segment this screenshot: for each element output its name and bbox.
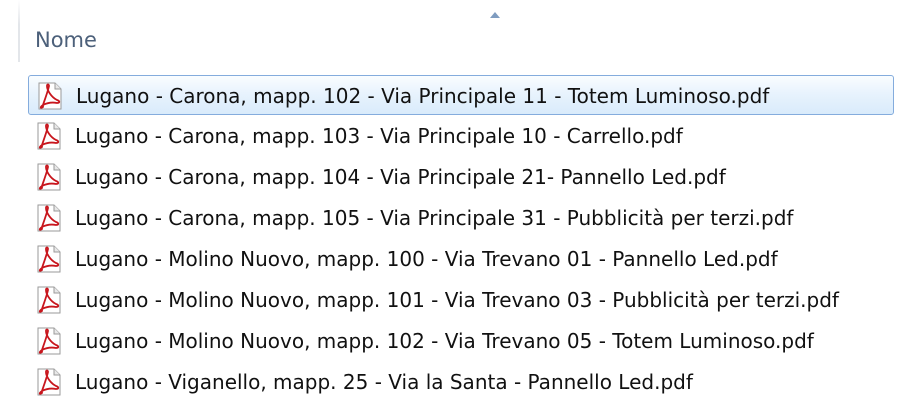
pdf-file-icon bbox=[37, 327, 61, 355]
file-explorer-pane: Nome Lugano - Carona, mapp. 102 - Via Pr… bbox=[0, 0, 906, 415]
file-name: Lugano - Molino Nuovo, mapp. 101 - Via T… bbox=[75, 288, 839, 312]
file-row[interactable]: Lugano - Molino Nuovo, mapp. 102 - Via T… bbox=[28, 321, 894, 361]
pdf-file-icon bbox=[37, 204, 61, 232]
file-row[interactable]: Lugano - Carona, mapp. 104 - Via Princip… bbox=[28, 157, 894, 197]
file-row[interactable]: Lugano - Carona, mapp. 105 - Via Princip… bbox=[28, 198, 894, 238]
pdf-file-icon bbox=[37, 368, 61, 396]
column-header-label: Nome bbox=[35, 28, 97, 52]
sort-ascending-icon bbox=[490, 12, 500, 18]
pdf-file-icon bbox=[37, 163, 61, 191]
column-divider[interactable] bbox=[18, 0, 20, 62]
file-name: Lugano - Carona, mapp. 103 - Via Princip… bbox=[75, 124, 683, 148]
file-name: Lugano - Molino Nuovo, mapp. 102 - Via T… bbox=[75, 329, 814, 353]
pdf-file-icon bbox=[38, 82, 62, 110]
file-name: Lugano - Carona, mapp. 105 - Via Princip… bbox=[75, 206, 794, 230]
file-name: Lugano - Molino Nuovo, mapp. 100 - Via T… bbox=[75, 247, 778, 271]
file-row[interactable]: Lugano - Carona, mapp. 103 - Via Princip… bbox=[28, 116, 894, 156]
file-name: Lugano - Carona, mapp. 102 - Via Princip… bbox=[76, 84, 770, 108]
file-row[interactable]: Lugano - Molino Nuovo, mapp. 100 - Via T… bbox=[28, 239, 894, 279]
pdf-file-icon bbox=[37, 286, 61, 314]
pdf-file-icon bbox=[37, 245, 61, 273]
file-row-selected[interactable]: Lugano - Carona, mapp. 102 - Via Princip… bbox=[28, 75, 894, 115]
file-name: Lugano - Viganello, mapp. 25 - Via la Sa… bbox=[75, 370, 693, 394]
file-name: Lugano - Carona, mapp. 104 - Via Princip… bbox=[75, 165, 726, 189]
column-header-nome[interactable]: Nome bbox=[0, 0, 906, 62]
pdf-file-icon bbox=[37, 122, 61, 150]
file-row[interactable]: Lugano - Viganello, mapp. 25 - Via la Sa… bbox=[28, 362, 894, 402]
file-row[interactable]: Lugano - Molino Nuovo, mapp. 101 - Via T… bbox=[28, 280, 894, 320]
